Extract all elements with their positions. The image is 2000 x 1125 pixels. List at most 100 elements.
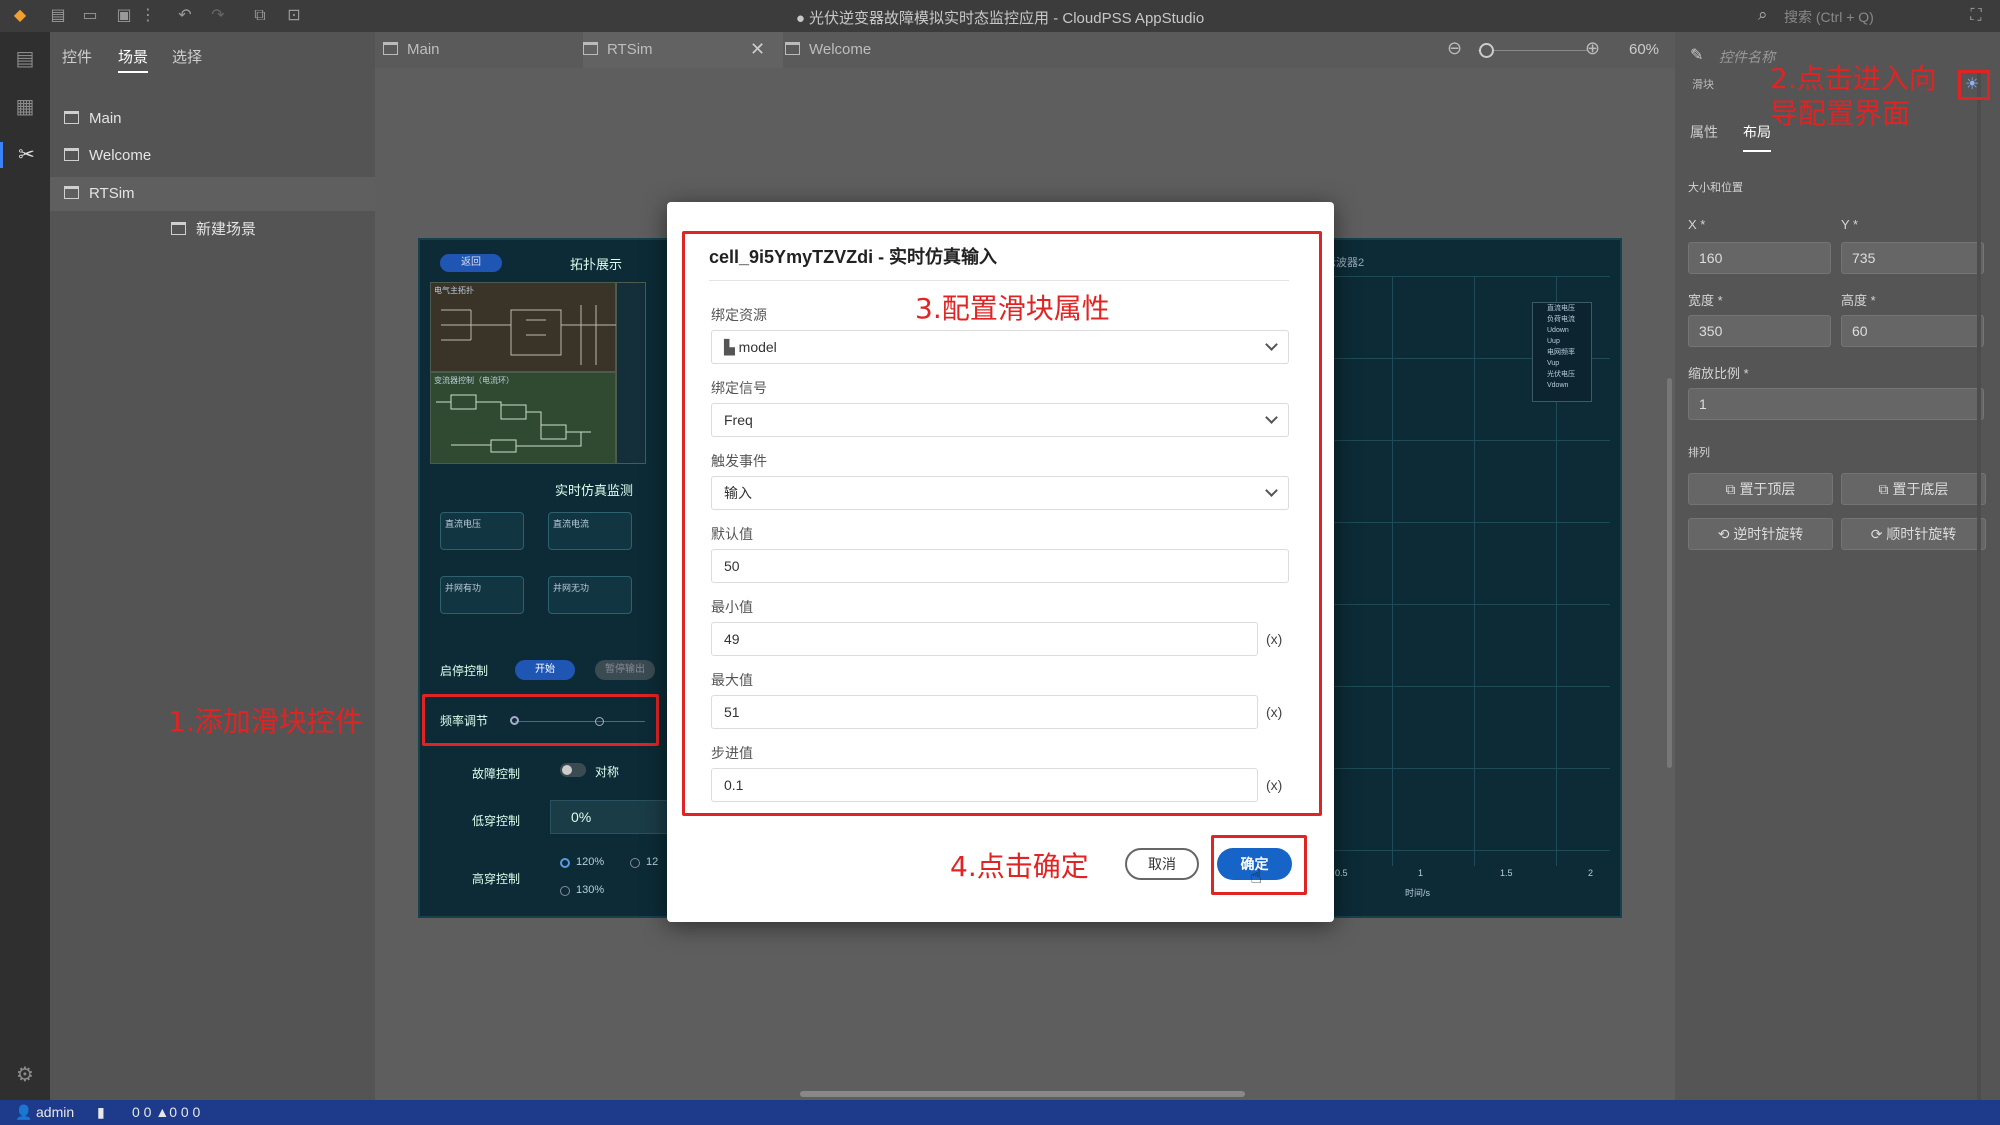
fault-toggle[interactable] [560,763,586,777]
canvas-v-scrollbar[interactable] [1667,378,1672,768]
db-icon: ▮ [97,1104,105,1120]
low-ride-input[interactable]: 0% [550,800,670,834]
new-scene-item[interactable]: 新建场景 [50,213,375,247]
scale-input[interactable]: 1 [1688,388,1984,420]
topology-right-panel [616,282,646,464]
electrical-circuit-diagram [441,305,617,365]
panel-scrollbar[interactable] [1977,70,1981,1100]
dashboard-back-button[interactable]: 返回 [440,254,502,272]
zoom-slider[interactable] [1478,50,1588,51]
title-bar: ◆ ▤ ▭ ▣ ⋮ ↶ ↷ ⧉ ⊡ ● 光伏逆变器故障模拟实时态监控应用 - C… [0,0,2000,32]
width-input[interactable]: 350 [1688,315,1831,347]
cancel-button[interactable]: 取消 [1125,848,1199,880]
canvas-h-scrollbar[interactable] [800,1091,1245,1097]
monitor-card: 并网有功 [440,576,524,614]
scene-icon [583,42,598,55]
tab-properties[interactable]: 属性 [1690,122,1718,142]
legend-item: Udown [1547,327,1569,334]
doc-tab-main[interactable]: Main [383,32,440,68]
height-label: 高度 * [1841,293,1876,308]
resources-icon[interactable]: ▦ [12,94,38,120]
rotate-cw-button[interactable]: ⟳ 顺时针旋转 [1841,518,1986,550]
tab-layout[interactable]: 布局 [1743,122,1771,152]
scene-item-main[interactable]: Main [50,102,375,136]
scope-legend: 直流电压 负荷电流 Udown Uup 电网频率 Vup 光伏电压 Vdown [1532,302,1592,402]
y-input[interactable]: 735 [1841,242,1984,274]
scene-icon [785,42,800,55]
doc-tab-welcome[interactable]: Welcome [785,32,871,68]
zoom-level: 60% [1629,41,1660,58]
arrange-section-title: 排列 [1688,447,1710,459]
monitor-card: 直流电压 [440,512,524,550]
high-ride-opt-label: 130% [576,884,605,896]
send-to-back-button[interactable]: ⧉ 置于底层 [1841,473,1986,505]
user-name[interactable]: admin [36,1100,74,1125]
tools-icon[interactable]: ✂ [0,142,50,168]
scene-icon [171,222,186,235]
monitor-card: 并网无功 [548,576,632,614]
wizard-bulb-icon[interactable]: ☀ [1965,74,1979,94]
fullscreen-icon[interactable]: ⛶ [1966,6,1986,26]
close-tab-icon[interactable]: ✕ [750,39,765,60]
document-tabs: Main RTSim ✕ Welcome ⊖ ⊕ 60% [375,32,1675,68]
fault-label: 故障控制 [472,767,521,781]
zoom-slider-handle[interactable] [1479,43,1494,58]
height-input[interactable]: 60 [1841,315,1984,347]
scope-tick: 0.5 [1335,868,1348,878]
tab-select[interactable]: 选择 [172,46,202,67]
scene-icon [64,111,79,124]
y-label: Y * [1841,217,1859,232]
high-ride-label: 高穿控制 [472,872,521,886]
legend-item: 光伏电压 [1547,371,1575,378]
edit-name-icon: ✎ [1690,47,1704,64]
tab-scenes[interactable]: 场景 [118,46,149,73]
scene-item-rtsim[interactable]: RTSim [50,177,375,211]
control-topology-panel: 变流器控制（电流环） [430,372,616,464]
start-stop-label: 启停控制 [440,664,489,678]
zoom-out-icon[interactable]: ⊖ [1447,38,1462,59]
search-input[interactable]: 搜索 (Ctrl + Q) [1784,7,1874,27]
annotation-step4: 4.点击确定 [950,850,1089,883]
topology-title: 拓扑展示 [570,257,623,272]
properties-panel: ✎ 控件名称 滑块 属性 布局 大小和位置 X * Y * 160 735 宽度… [1675,32,2000,1100]
legend-item: 直流电压 [1547,305,1575,312]
annotation-step2-line2: 导配置界面 [1770,97,1911,130]
low-ride-label: 低穿控制 [472,814,521,828]
control-name-input[interactable]: 控件名称 [1719,47,1775,67]
scope-tick: 1 [1418,868,1424,878]
problem-counts[interactable]: 0 0 ▲0 0 0 [132,1100,200,1125]
monitor-title: 实时仿真监测 [555,483,634,498]
legend-item: 负荷电流 [1547,316,1575,323]
settings-gear-icon[interactable]: ⚙ [12,1062,38,1088]
scene-icon [383,42,398,55]
high-ride-opt-label: 12 [646,856,659,868]
start-button[interactable]: 开始 [515,660,575,680]
zoom-in-icon[interactable]: ⊕ [1585,38,1600,59]
scope-tick: 1.5 [1500,868,1513,878]
high-ride-radio-12[interactable] [630,858,640,868]
high-ride-radio-130[interactable] [560,886,570,896]
legend-item: Vup [1547,360,1560,367]
status-bar: 👤 admin ▮ 0 0 ▲0 0 0 [0,1100,2000,1125]
fault-toggle-label: 对称 [595,765,620,779]
x-label: X * [1688,217,1706,232]
rotate-ccw-button[interactable]: ⟲ 逆时针旋转 [1688,518,1833,550]
scale-label: 缩放比例 * [1688,366,1749,381]
scene-icon [64,148,79,161]
layer-up-icon: ⧉ [1725,481,1740,497]
scene-item-welcome[interactable]: Welcome [50,139,375,173]
layout-icon[interactable]: ▤ [12,46,38,72]
layer-down-icon: ⧉ [1878,481,1893,497]
scope-xlabel: 时间/s [1405,888,1431,898]
explorer-panel: 控件 场景 选择 Main Welcome RTSim 新建场景 [50,32,375,1100]
pause-output-button[interactable]: 暂停输出 [595,660,655,680]
electrical-topology-panel: 电气主拓扑 [430,282,617,372]
control-type: 滑块 [1692,79,1714,91]
high-ride-radio-120[interactable] [560,858,570,868]
annotation-step1: 1.添加滑块控件 [168,705,363,738]
x-input[interactable]: 160 [1688,242,1831,274]
rotate-ccw-icon: ⟲ [1717,526,1734,542]
search-icon[interactable]: ⌕ [1758,5,1778,25]
bring-to-front-button[interactable]: ⧉ 置于顶层 [1688,473,1833,505]
tab-controls[interactable]: 控件 [62,46,92,67]
